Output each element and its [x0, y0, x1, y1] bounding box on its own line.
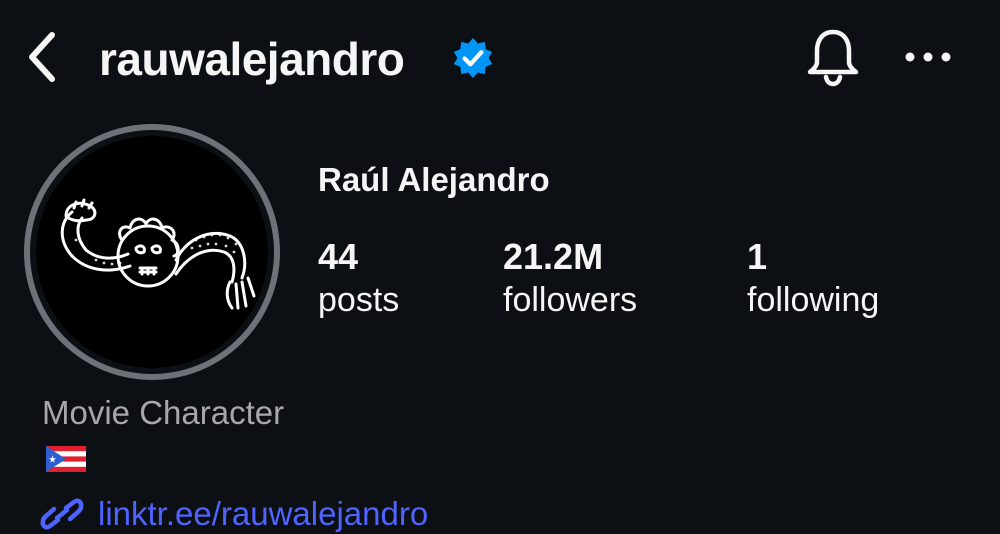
posts-stat[interactable]: 44 posts [318, 236, 399, 322]
more-icon [905, 52, 951, 62]
profile-full-name: Raúl Alejandro [318, 161, 550, 198]
followers-count: 21.2M [503, 236, 604, 277]
more-options-button[interactable] [896, 34, 960, 80]
puerto-rico-flag-icon [46, 446, 86, 472]
bell-icon [807, 29, 859, 87]
back-button[interactable] [14, 26, 70, 88]
avatar-illustration-icon [60, 198, 256, 310]
notifications-button[interactable] [800, 24, 866, 90]
posts-count: 44 [318, 236, 359, 277]
following-count: 1 [747, 236, 768, 277]
posts-label: posts [318, 281, 400, 319]
back-chevron-icon [29, 32, 55, 82]
profile-avatar[interactable] [24, 124, 280, 380]
verified-badge-icon [453, 38, 493, 78]
followers-label: followers [503, 281, 638, 319]
link-icon [40, 498, 84, 530]
profile-link-text: linktr.ee/rauwalejandro [98, 495, 429, 532]
following-label: following [747, 281, 880, 319]
profile-category: Movie Character [42, 394, 285, 431]
profile-username: rauwalejandro [99, 33, 405, 85]
profile-link[interactable]: linktr.ee/rauwalejandro [40, 494, 428, 534]
following-stat[interactable]: 1 following [747, 236, 879, 322]
followers-stat[interactable]: 21.2M followers [503, 236, 637, 322]
